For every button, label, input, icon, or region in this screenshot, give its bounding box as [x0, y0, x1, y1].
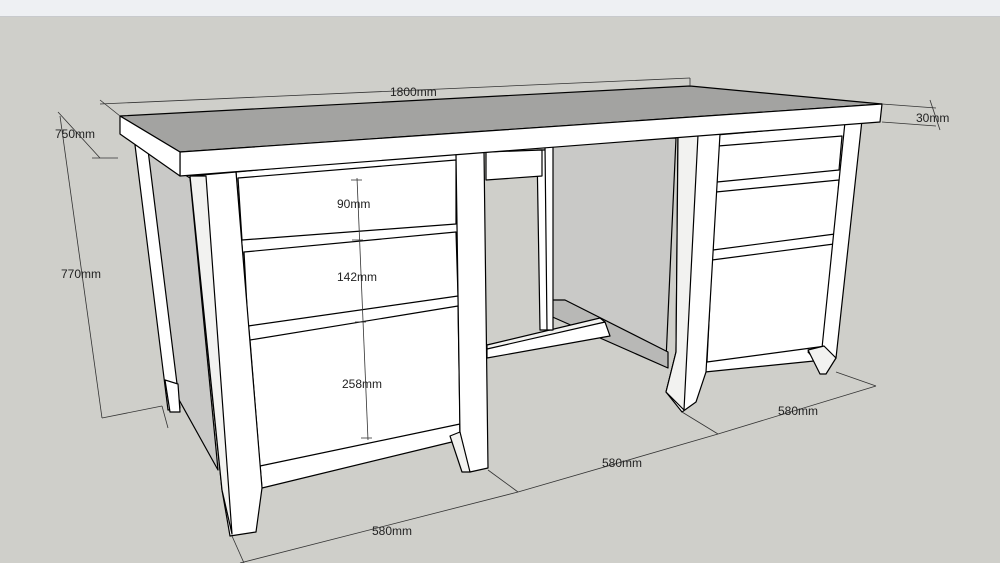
dim-line-30: [881, 103, 937, 109]
dim-label-width: 1800mm: [390, 85, 437, 99]
dim-label-thickness: 30mm: [916, 111, 949, 125]
center-top-rail: [485, 149, 543, 181]
sketchup-viewport[interactable]: 1800mm 30mm 750mm 770mm 90mm 142mm 258mm…: [0, 0, 1000, 563]
dim-label-depth-left: 580mm: [372, 524, 412, 538]
dim-label-depth-middle: 580mm: [602, 456, 642, 470]
dim-label-drawer-258: 258mm: [342, 377, 382, 391]
right-pedestal-drawer-3: [706, 243, 835, 363]
dim-label-drawer-142: 142mm: [337, 270, 377, 284]
dim-label-top-height: 750mm: [55, 127, 95, 141]
dim-label-depth-right: 580mm: [778, 404, 818, 418]
middle-back-leg-right: [544, 145, 554, 331]
dim-label-total-height: 770mm: [61, 267, 101, 281]
desk-model-drawing: 1800mm 30mm 750mm 770mm 90mm 142mm 258mm…: [55, 77, 949, 563]
dim-label-drawer-90: 90mm: [337, 197, 370, 211]
